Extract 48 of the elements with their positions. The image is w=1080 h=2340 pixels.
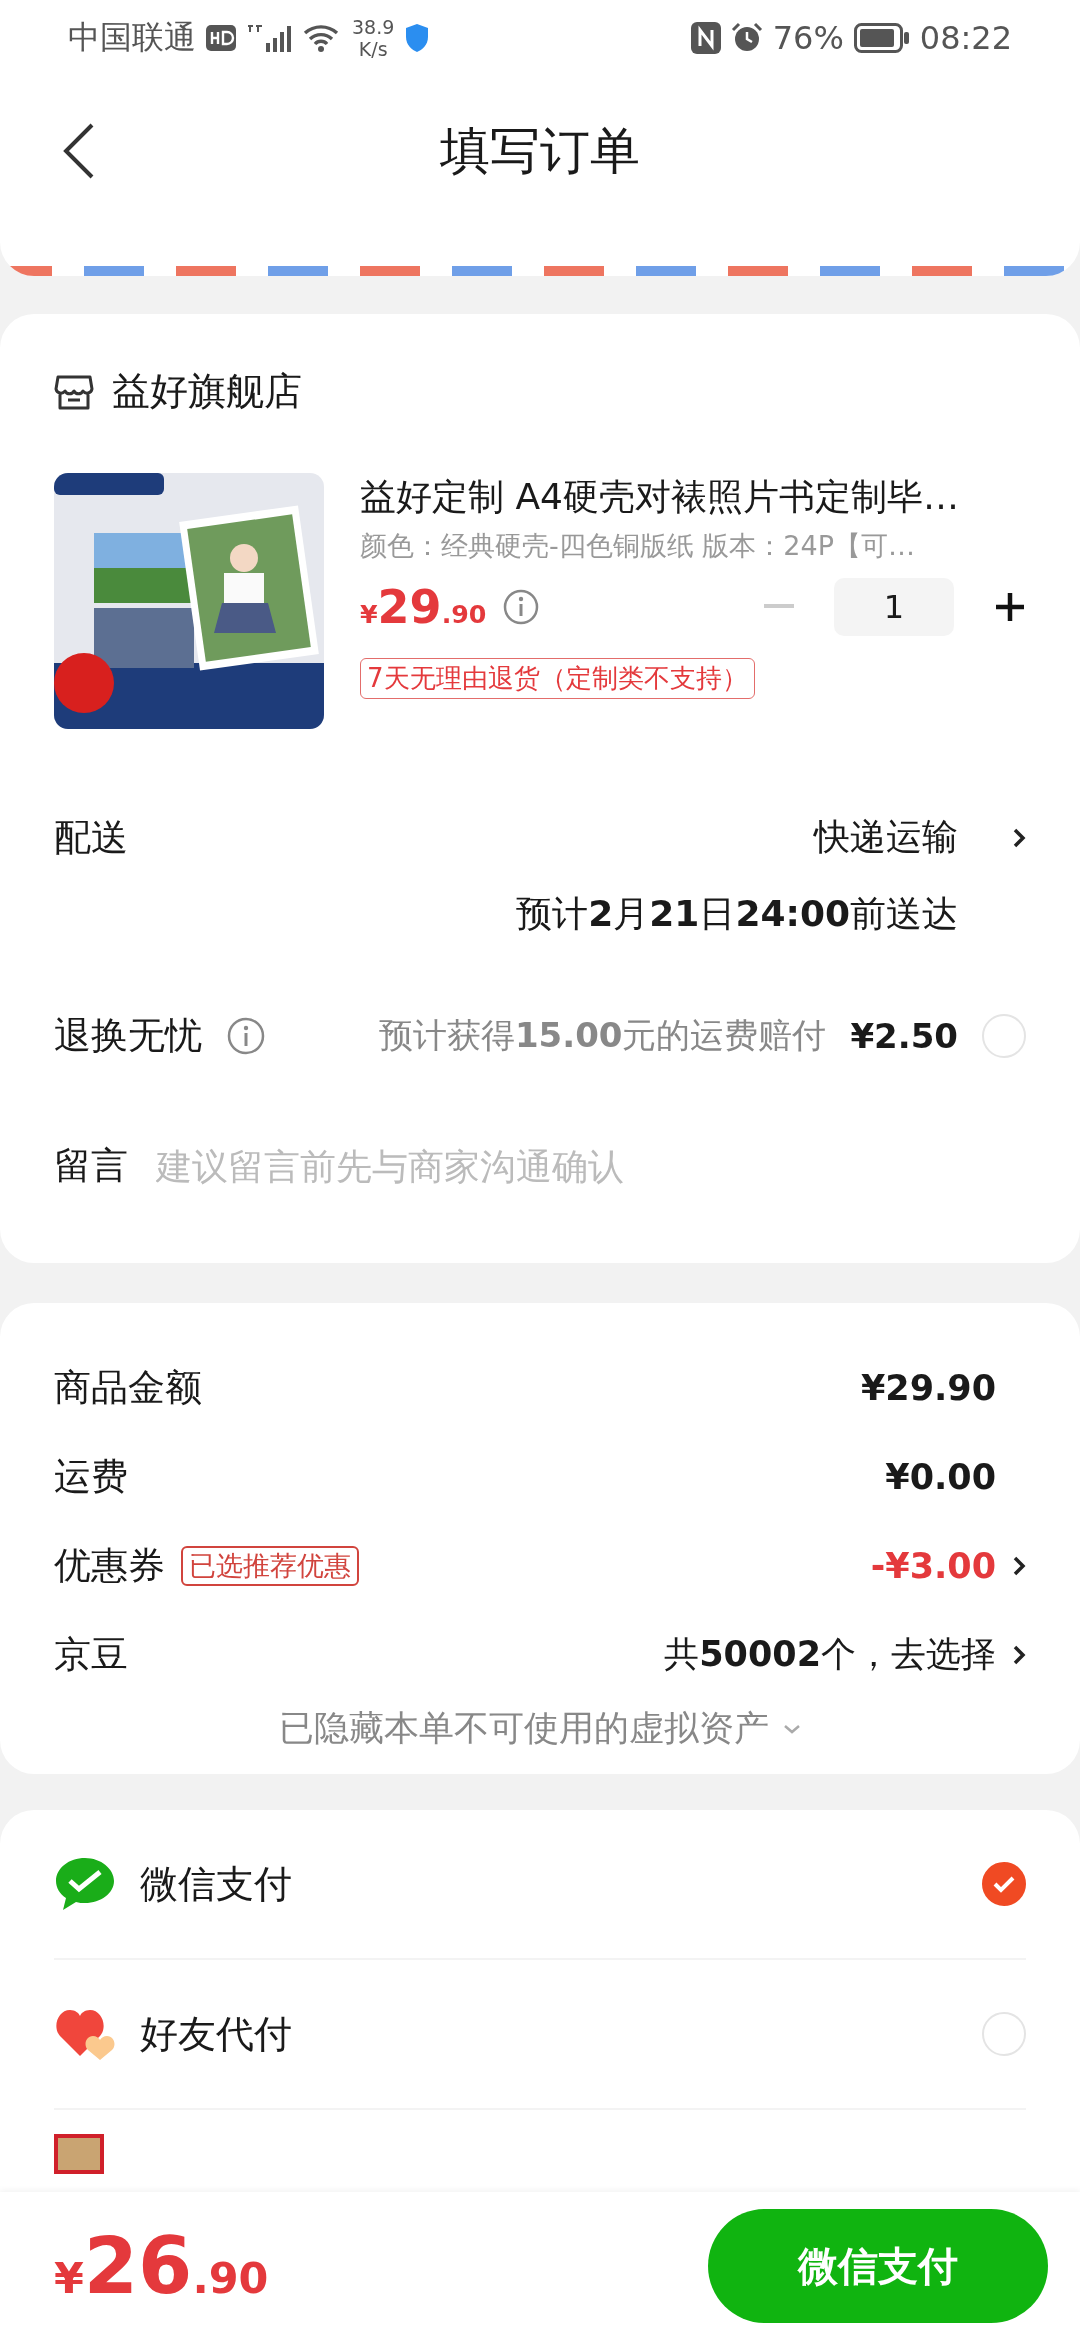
summary-label: 运费 bbox=[54, 1453, 128, 1500]
chat-bubble-icon bbox=[54, 1856, 116, 1912]
alarm-icon bbox=[730, 22, 763, 54]
page-title: 填写订单 bbox=[440, 120, 640, 182]
shield-icon bbox=[404, 23, 431, 53]
summary-value: ¥29.90 bbox=[860, 1367, 996, 1408]
signal-icon bbox=[246, 23, 292, 53]
summary-value: ¥0.00 bbox=[885, 1456, 996, 1497]
battery-icon bbox=[853, 23, 910, 53]
summary-value[interactable]: 共50002个，去选择 bbox=[664, 1631, 996, 1678]
coupon-tag: 已选推荐优惠 bbox=[181, 1545, 359, 1586]
nfc-icon bbox=[690, 22, 721, 54]
insurance-radio[interactable] bbox=[982, 1014, 1026, 1058]
check-icon bbox=[992, 1874, 1016, 1894]
info-icon[interactable] bbox=[502, 588, 541, 626]
chevron-icon[interactable] bbox=[1012, 1643, 1026, 1666]
insurance-label: 退换无忧 bbox=[54, 1013, 202, 1059]
return-policy-tag: 7天无理由退货（定制类不支持） bbox=[360, 658, 755, 699]
store-name[interactable]: 益好旗舰店 bbox=[112, 366, 302, 417]
network-speed: 38.9 K/s bbox=[352, 16, 395, 60]
battery-percent: 76% bbox=[772, 19, 844, 57]
summary-label: 京豆 bbox=[54, 1631, 128, 1678]
delivery-label: 配送 bbox=[54, 815, 128, 861]
summary-label: 优惠券 bbox=[54, 1542, 165, 1589]
chevron-icon[interactable] bbox=[1012, 827, 1026, 849]
plus-icon[interactable] bbox=[994, 591, 1026, 623]
payment-radio[interactable] bbox=[982, 1862, 1026, 1906]
hidden-assets-note[interactable]: 已隐藏本单不可使用的虚拟资产 bbox=[279, 1705, 769, 1752]
total-price: ¥26.90 bbox=[54, 2221, 269, 2311]
summary-label: 商品金额 bbox=[54, 1364, 202, 1411]
product-price: ¥29.90 bbox=[360, 580, 487, 634]
carrier-name: 中国联通 bbox=[68, 17, 196, 58]
payment-method-name[interactable]: 好友代付 bbox=[140, 2008, 292, 2060]
insurance-price: ¥2.50 bbox=[850, 1016, 958, 1056]
delivery-method[interactable]: 快递运输 bbox=[814, 813, 958, 862]
hd-icon bbox=[206, 25, 236, 51]
summary-value[interactable]: -¥3.00 bbox=[870, 1545, 996, 1586]
payment-method-name[interactable]: 微信支付 bbox=[140, 1858, 292, 1910]
card-icon bbox=[54, 2134, 104, 2174]
clock-time: 08:22 bbox=[919, 19, 1012, 57]
message-label: 留言 bbox=[54, 1143, 128, 1189]
caret-icon[interactable] bbox=[783, 1722, 801, 1735]
quantity-field[interactable]: 1 bbox=[834, 578, 954, 636]
insurance-description: 预计获得15.00元的运费赔付 bbox=[378, 1014, 827, 1057]
chevron-icon[interactable] bbox=[1012, 1554, 1026, 1577]
back-icon[interactable] bbox=[62, 122, 96, 180]
info-icon[interactable] bbox=[226, 1016, 266, 1056]
product-title[interactable]: 益好定制 A4硬壳对裱照片书定制毕… bbox=[360, 473, 959, 522]
